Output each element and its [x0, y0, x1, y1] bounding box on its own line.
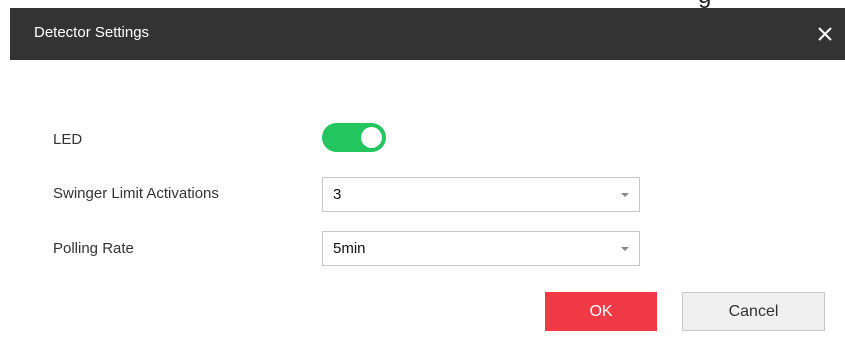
chevron-down-icon [621, 193, 629, 197]
polling-rate-label: Polling Rate [53, 240, 134, 257]
polling-rate-value: 5min [333, 240, 366, 257]
led-label: LED [53, 131, 83, 148]
cancel-button[interactable]: Cancel [682, 292, 825, 331]
top-strip: g [0, 0, 845, 9]
polling-rate-select[interactable]: 5min [322, 231, 640, 266]
toggle-knob [361, 127, 382, 148]
swinger-limit-select[interactable]: 3 [322, 177, 640, 212]
ok-button[interactable]: OK [545, 292, 657, 331]
dialog-header: Detector Settings [10, 8, 845, 60]
swinger-limit-label: Swinger Limit Activations [53, 185, 219, 202]
close-icon[interactable] [813, 22, 837, 46]
chevron-down-icon [621, 247, 629, 251]
swinger-limit-value: 3 [333, 186, 342, 203]
dialog-title: Detector Settings [34, 24, 150, 41]
led-toggle[interactable] [322, 123, 386, 152]
